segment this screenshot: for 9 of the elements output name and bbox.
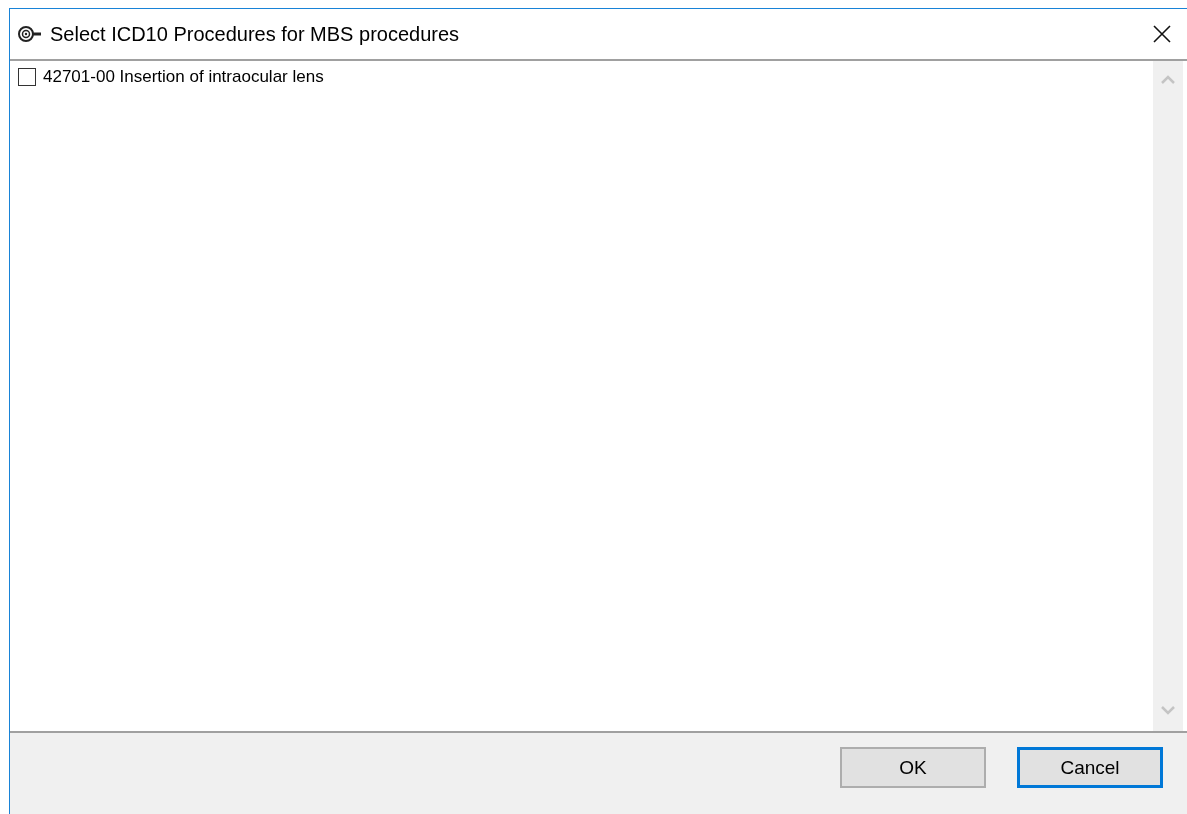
scroll-down-icon[interactable] <box>1161 706 1175 715</box>
window-title: Select ICD10 Procedures for MBS procedures <box>50 22 461 46</box>
camera-lens-icon <box>18 26 42 42</box>
close-icon[interactable] <box>1153 25 1171 43</box>
dialog-button[interactable]: Cancel <box>1017 747 1163 788</box>
list-item-label[interactable]: 42701-00 Insertion of intraocular lens <box>43 67 324 87</box>
scroll-up-icon[interactable] <box>1161 75 1175 84</box>
checkbox[interactable] <box>18 68 36 86</box>
dialog-button[interactable]: OK <box>840 747 986 788</box>
